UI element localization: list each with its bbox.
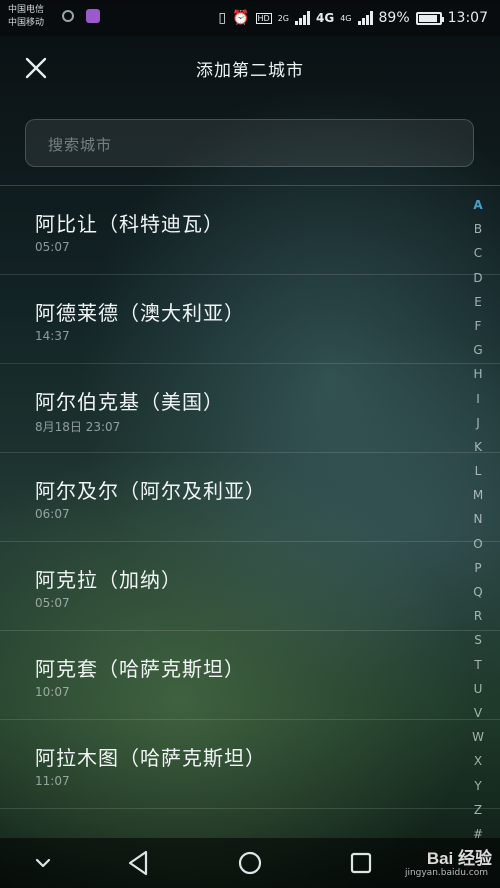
- watermark-logo: Bai 经验: [426, 849, 492, 868]
- index-letter[interactable]: T: [466, 653, 490, 677]
- index-letter[interactable]: R: [466, 604, 490, 628]
- list-item[interactable]: 阿克套（哈萨克斯坦） 10:07: [0, 631, 500, 720]
- app-header: 添加第二城市: [0, 36, 500, 100]
- index-letter[interactable]: V: [466, 701, 490, 725]
- back-triangle-icon: [128, 850, 148, 876]
- index-letter[interactable]: B: [466, 217, 490, 241]
- index-letter[interactable]: D: [466, 266, 490, 290]
- index-letter[interactable]: H: [466, 362, 490, 386]
- battery-percent: 89%: [378, 10, 410, 26]
- index-letter[interactable]: U: [466, 677, 490, 701]
- index-letter[interactable]: Y: [466, 774, 490, 798]
- city-list: 阿比让（科特迪瓦） 05:07 阿德莱德（澳大利亚） 14:37 阿尔伯克基（美…: [0, 186, 500, 816]
- battery-fill: [418, 14, 437, 22]
- hide-nav-button[interactable]: [28, 848, 58, 878]
- index-letter[interactable]: O: [466, 532, 490, 556]
- recent-square-icon: [350, 852, 372, 874]
- index-letter[interactable]: S: [466, 628, 490, 652]
- city-time: 06:07: [35, 507, 70, 521]
- clock: 13:07: [447, 10, 488, 26]
- index-letter[interactable]: M: [466, 483, 490, 507]
- city-name: 阿尔及尔（阿尔及利亚）: [35, 479, 266, 503]
- watermark-url: jingyan.baidu.com: [404, 868, 488, 878]
- carrier-info: 中国电信 中国移动: [8, 4, 44, 30]
- city-name: 阿尔伯克基（美国）: [35, 390, 224, 414]
- city-time: 05:07: [35, 240, 70, 254]
- index-letter[interactable]: G: [466, 338, 490, 362]
- status-icons: ▯ ⏰ HD 2G 4G 4G 89% 13:07: [218, 8, 488, 28]
- city-time: 05:07: [35, 596, 70, 610]
- page-title: 添加第二城市: [196, 61, 304, 81]
- list-item[interactable]: 阿拉木图（哈萨克斯坦） 11:07: [0, 720, 500, 809]
- index-letter[interactable]: K: [466, 435, 490, 459]
- index-letter[interactable]: N: [466, 507, 490, 531]
- navigation-bar: Bai 经验 jingyan.baidu.com: [0, 838, 500, 888]
- recent-apps-button[interactable]: [346, 848, 376, 878]
- battery-icon: [415, 11, 444, 25]
- gallery-notification-icon: [86, 9, 100, 23]
- watermark: Bai 经验 jingyan.baidu.com: [372, 844, 492, 884]
- index-letter[interactable]: W: [466, 725, 490, 749]
- index-letter[interactable]: A: [466, 193, 490, 217]
- index-letter[interactable]: I: [466, 387, 490, 411]
- list-item[interactable]: 阿比让（科特迪瓦） 05:07: [0, 186, 500, 275]
- list-item[interactable]: 阿尔及尔（阿尔及利亚） 06:07: [0, 453, 500, 542]
- index-letter[interactable]: F: [466, 314, 490, 338]
- sync-icon: [62, 10, 74, 22]
- signal-icon-2: [357, 11, 373, 25]
- alphabet-index[interactable]: A B C D E F G H I J K L M N O P Q R S T U V W X Y Z #: [466, 193, 490, 843]
- city-time: 10:07: [35, 685, 70, 699]
- city-name: 阿克套（哈萨克斯坦）: [35, 657, 245, 681]
- status-bar: 中国电信 中国移动 ▯ ⏰ HD 2G 4G 4G 89% 13:07: [0, 0, 500, 36]
- index-letter[interactable]: L: [466, 459, 490, 483]
- hd-icon: HD: [255, 12, 272, 24]
- city-name: 阿德莱德（澳大利亚）: [35, 301, 245, 325]
- chevron-down-icon: [35, 858, 51, 868]
- list-item[interactable]: 阿德莱德（澳大利亚） 14:37: [0, 275, 500, 364]
- home-button[interactable]: [235, 848, 265, 878]
- city-time: 14:37: [35, 329, 70, 343]
- index-letter[interactable]: Z: [466, 798, 490, 822]
- index-letter[interactable]: E: [466, 290, 490, 314]
- network-4g: 4G: [316, 11, 335, 25]
- index-letter[interactable]: J: [466, 411, 490, 435]
- back-button[interactable]: [124, 848, 154, 878]
- index-letter[interactable]: X: [466, 749, 490, 773]
- signal-icon-1: [295, 11, 311, 25]
- search-box[interactable]: [25, 119, 474, 167]
- city-name: 阿拉木图（哈萨克斯坦）: [35, 746, 266, 770]
- city-name: 阿比让（科特迪瓦）: [35, 212, 224, 236]
- alarm-icon: ⏰: [232, 10, 250, 26]
- search-input[interactable]: [46, 132, 450, 158]
- index-letter[interactable]: P: [466, 556, 490, 580]
- carrier-2: 中国移动: [8, 18, 45, 28]
- city-time: 8月18日 23:07: [35, 420, 121, 434]
- carrier-1: 中国电信: [8, 5, 45, 15]
- city-name: 阿克拉（加纳）: [35, 568, 182, 592]
- index-letter[interactable]: Q: [466, 580, 490, 604]
- list-item[interactable]: 阿克拉（加纳） 05:07: [0, 542, 500, 631]
- city-time: 11:07: [35, 774, 70, 788]
- vibrate-icon: ▯: [218, 10, 227, 26]
- home-circle-icon: [238, 851, 262, 875]
- network-4g-small: 4G: [340, 13, 352, 23]
- list-item[interactable]: 阿尔伯克基（美国） 8月18日 23:07: [0, 364, 500, 453]
- index-letter[interactable]: C: [466, 241, 490, 265]
- network-2g: 2G: [277, 13, 290, 23]
